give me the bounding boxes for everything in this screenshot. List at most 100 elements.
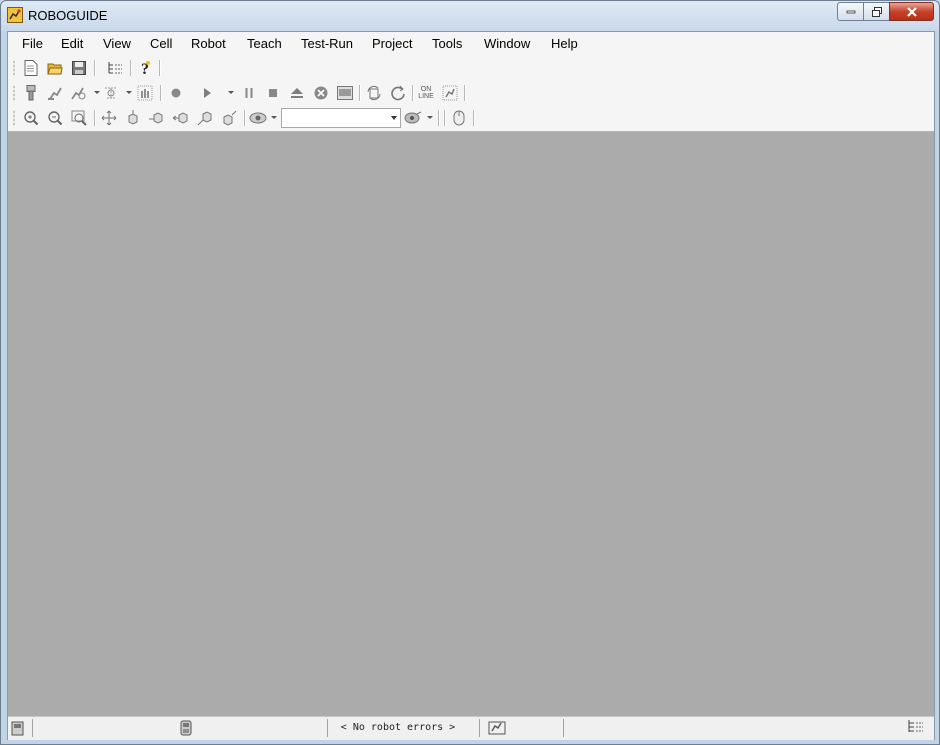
mouse-mode-button[interactable] <box>449 109 469 127</box>
cell-browser-button[interactable] <box>105 59 125 77</box>
status-tree-icon[interactable] <box>907 719 925 740</box>
new-file-button[interactable] <box>21 59 41 77</box>
status-pane <box>563 719 864 737</box>
view-front-button[interactable] <box>147 109 167 127</box>
menu-bar: File Edit View Cell Robot Teach Test-Run… <box>8 32 934 56</box>
hand-tool-button[interactable] <box>135 84 155 102</box>
status-program-icon[interactable] <box>11 719 25 742</box>
view-top-button[interactable] <box>123 109 143 127</box>
dropdown-arrow-icon[interactable] <box>228 91 234 94</box>
camera-view-button[interactable] <box>248 109 268 127</box>
toolbar-grip[interactable] <box>13 110 15 126</box>
menu-tools[interactable]: Tools <box>432 36 462 51</box>
help-question-icon: ? <box>141 61 150 76</box>
help-button[interactable]: ? <box>135 59 155 77</box>
record-icon <box>171 88 181 98</box>
toolbar-separator <box>160 85 162 101</box>
dropdown-arrow-icon[interactable] <box>94 91 100 94</box>
menu-edit[interactable]: Edit <box>61 36 83 51</box>
teach-pendant-button[interactable] <box>21 84 41 102</box>
cube-top-icon <box>128 110 138 125</box>
status-pane <box>32 719 173 737</box>
pause-icon <box>245 88 253 98</box>
minimize-button[interactable] <box>837 2 864 21</box>
menu-project[interactable]: Project <box>372 36 412 51</box>
snap-button[interactable] <box>403 109 423 127</box>
toolbar-separator <box>464 85 466 101</box>
dropdown-arrow-icon[interactable] <box>271 116 277 119</box>
program-panel-icon <box>337 86 353 100</box>
dropdown-arrow-icon[interactable] <box>126 91 132 94</box>
roboguide-app-icon <box>7 7 23 23</box>
toolbar-view <box>8 106 934 130</box>
zoom-out-button[interactable] <box>45 109 65 127</box>
frame-icon <box>105 87 117 99</box>
abort-button[interactable] <box>311 84 331 102</box>
status-robot-controller-icon[interactable] <box>488 719 506 742</box>
open-file-button[interactable] <box>45 59 65 77</box>
robot-target-icon <box>71 87 86 100</box>
close-button[interactable] <box>889 2 934 21</box>
menu-test-run[interactable]: Test-Run <box>301 36 353 51</box>
online-label-bottom: LINE <box>418 93 434 100</box>
sync-cycle-icon <box>367 85 381 101</box>
view-fit-button[interactable] <box>219 109 239 127</box>
zoom-out-icon <box>48 111 63 126</box>
robot-grid-icon <box>442 85 458 101</box>
abort-circle-x-icon <box>314 86 328 100</box>
save-disk-icon <box>72 61 86 75</box>
sync-program-button[interactable] <box>364 84 384 102</box>
chevron-down-icon <box>391 116 397 120</box>
frame-tool-button[interactable] <box>101 84 121 102</box>
menu-robot[interactable]: Robot <box>191 36 226 51</box>
cube-front-icon <box>149 112 163 124</box>
menu-help[interactable]: Help <box>551 36 578 51</box>
restore-button[interactable] <box>863 2 890 21</box>
robot-target-button[interactable] <box>68 84 88 102</box>
menu-cell[interactable]: Cell <box>150 36 172 51</box>
toolbar-separator <box>94 60 96 76</box>
toolbar-separator <box>359 85 361 101</box>
new-document-icon <box>24 60 38 76</box>
mouse-icon <box>453 110 465 126</box>
menu-window[interactable]: Window <box>484 36 530 51</box>
online-button[interactable]: ON LINE <box>416 84 436 102</box>
pause-button[interactable] <box>239 84 259 102</box>
program-display-button[interactable] <box>335 84 355 102</box>
roboguide-window: ROBOGUIDE File Edit View Cell Robot Teac… <box>0 0 940 745</box>
online-label-top: ON <box>420 86 432 93</box>
view-side-button[interactable] <box>171 109 191 127</box>
workcell-workspace[interactable] <box>8 132 934 716</box>
restore-icon <box>871 6 882 17</box>
stop-button[interactable] <box>263 84 283 102</box>
menu-file[interactable]: File <box>22 36 43 51</box>
zoom-in-button[interactable] <box>21 109 41 127</box>
camera-eye-icon <box>249 112 267 124</box>
title-bar[interactable]: ROBOGUIDE <box>1 1 939 30</box>
menu-teach[interactable]: Teach <box>247 36 282 51</box>
zoom-window-button[interactable] <box>69 109 89 127</box>
toolbar-grip[interactable] <box>13 85 15 101</box>
dropdown-arrow-icon[interactable] <box>427 116 433 119</box>
jog-robot-button[interactable] <box>45 84 65 102</box>
restart-button[interactable] <box>388 84 408 102</box>
minimize-icon <box>846 10 855 13</box>
pan-arrows-icon <box>101 110 117 126</box>
run-button[interactable] <box>197 84 217 102</box>
record-button[interactable] <box>166 84 186 102</box>
zoom-window-icon <box>71 110 87 126</box>
toolbar-separator <box>444 110 446 126</box>
status-teach-pendant-icon[interactable] <box>179 719 193 742</box>
menu-view[interactable]: View <box>103 36 131 51</box>
pan-button[interactable] <box>99 109 119 127</box>
view-iso-button[interactable] <box>195 109 215 127</box>
tree-view-icon <box>108 62 122 74</box>
eject-button[interactable] <box>287 84 307 102</box>
stop-icon <box>269 89 277 97</box>
save-button[interactable] <box>69 59 89 77</box>
teach-pendant-icon <box>26 85 36 101</box>
virtual-robot-button[interactable] <box>440 84 460 102</box>
view-selector-combo[interactable] <box>281 108 401 128</box>
toolbar-grip[interactable] <box>13 60 15 76</box>
close-icon <box>906 6 917 17</box>
